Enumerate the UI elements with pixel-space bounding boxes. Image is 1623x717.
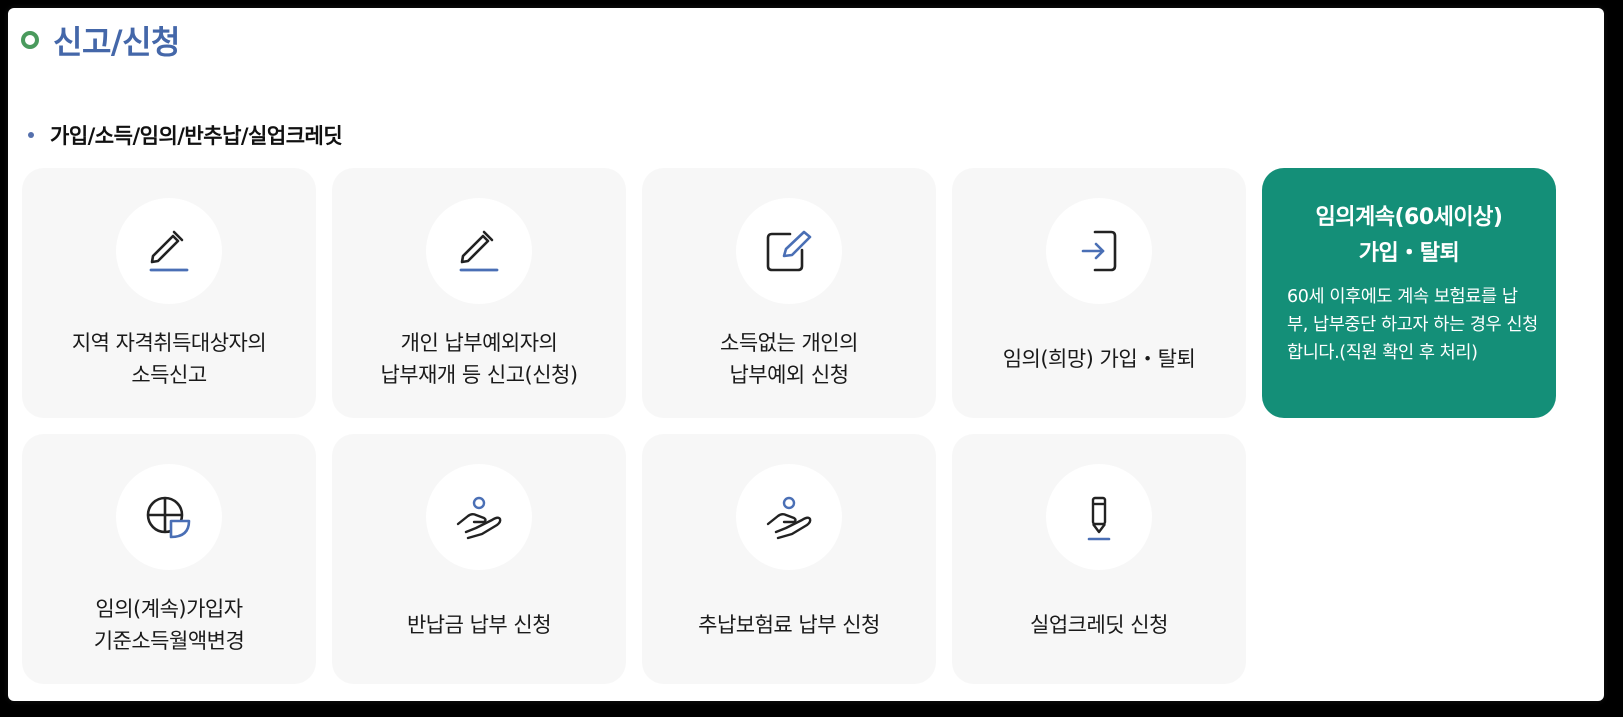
- page-title: 신고/신청: [21, 16, 180, 64]
- content-panel: 신고/신청 가입/소득/임의/반추납/실업크레딧 지역 자격취득대상자의 소득신…: [8, 8, 1604, 701]
- icon-circle: [736, 198, 842, 304]
- card-standard-income-change[interactable]: 임의(계속)가입자 기준소득월액변경: [22, 434, 316, 684]
- pencil-icon: [147, 228, 191, 274]
- card-refund-payment[interactable]: 반납금 납부 신청: [332, 434, 626, 684]
- card-description: 60세 이후에도 계속 보험료를 납부, 납부중단 하고자 하는 경우 신청합니…: [1287, 287, 1538, 363]
- icon-circle: [736, 464, 842, 570]
- pen-icon: [1084, 492, 1114, 542]
- icon-circle: [1046, 464, 1152, 570]
- icon-circle: [1046, 198, 1152, 304]
- card-label: 실업크레딧 신청: [1030, 613, 1168, 637]
- page-title-text: 신고/신청: [53, 23, 180, 61]
- card-voluntary-join-leave[interactable]: 임의(희망) 가입・탈퇴: [952, 168, 1246, 418]
- hand-person-icon: [764, 494, 814, 540]
- section-title: 가입/소득/임의/반추납/실업크레딧: [50, 124, 343, 148]
- card-regional-income-report[interactable]: 지역 자격취득대상자의 소득신고: [22, 168, 316, 418]
- card-label: 지역 자격취득대상자의 소득신고: [71, 331, 267, 387]
- card-supplementary-payment[interactable]: 추납보험료 납부 신청: [642, 434, 936, 684]
- hand-person-icon: [454, 494, 504, 540]
- title-bullet-icon: [21, 31, 39, 49]
- card-label: 소득없는 개인의 납부예외 신청: [720, 331, 858, 387]
- card-no-income-exemption[interactable]: 소득없는 개인의 납부예외 신청: [642, 168, 936, 418]
- card-unemployment-credit[interactable]: 실업크레딧 신청: [952, 434, 1246, 684]
- section-bullet-icon: [28, 132, 34, 138]
- icon-circle: [116, 198, 222, 304]
- edit-note-icon: [764, 228, 814, 274]
- card-title: 임의계속(60세이상) 가입・탈퇴: [1315, 205, 1503, 266]
- section-heading: 가입/소득/임의/반추납/실업크레딧: [28, 120, 343, 150]
- icon-circle: [116, 464, 222, 570]
- pie-chart-icon: [145, 493, 193, 541]
- sign-in-icon: [1077, 228, 1121, 274]
- pencil-icon: [457, 228, 501, 274]
- card-label: 개인 납부예외자의 납부재개 등 신고(신청): [380, 331, 578, 387]
- card-resume-payment-report[interactable]: 개인 납부예외자의 납부재개 등 신고(신청): [332, 168, 626, 418]
- card-continued-voluntary-60plus[interactable]: 임의계속(60세이상) 가입・탈퇴 60세 이후에도 계속 보험료를 납부, 납…: [1262, 168, 1556, 418]
- card-label: 임의(희망) 가입・탈퇴: [1002, 347, 1196, 371]
- card-label: 임의(계속)가입자 기준소득월액변경: [93, 597, 245, 653]
- icon-circle: [426, 198, 532, 304]
- icon-circle: [426, 464, 532, 570]
- card-label: 추납보험료 납부 신청: [698, 613, 880, 637]
- card-label: 반납금 납부 신청: [406, 613, 552, 637]
